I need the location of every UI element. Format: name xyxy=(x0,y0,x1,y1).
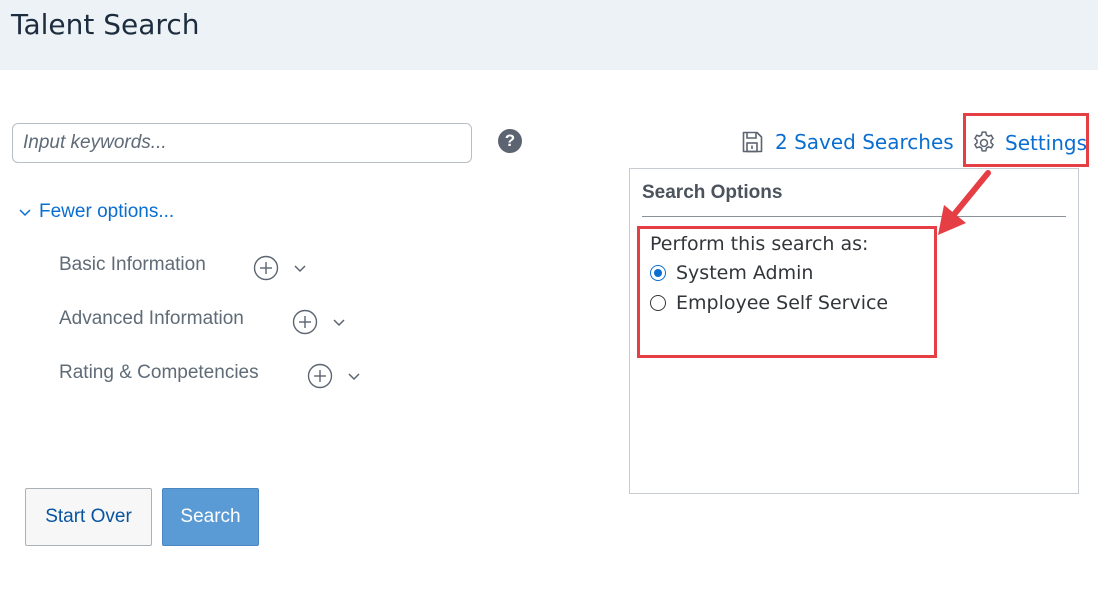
chevron-down-icon xyxy=(19,209,31,217)
help-icon[interactable]: ? xyxy=(498,129,522,153)
fewer-options-label: Fewer options... xyxy=(39,201,175,222)
page-header: Talent Search xyxy=(0,0,1098,70)
filter-rating-competencies: Rating & Competencies xyxy=(59,362,259,384)
settings-link[interactable]: Settings xyxy=(971,130,1087,156)
chevron-down-icon[interactable] xyxy=(292,260,308,276)
add-circle-icon[interactable] xyxy=(253,255,279,281)
chevron-down-icon[interactable] xyxy=(346,368,362,384)
saved-searches-link[interactable]: 2 Saved Searches xyxy=(740,130,954,154)
saved-searches-label: 2 Saved Searches xyxy=(775,130,954,154)
gear-icon xyxy=(974,131,994,152)
settings-label: Settings xyxy=(1005,131,1088,155)
page-title: Talent Search xyxy=(11,8,200,41)
search-button[interactable]: Search xyxy=(162,488,259,546)
add-circle-icon[interactable] xyxy=(307,363,333,389)
filter-basic-information: Basic Information xyxy=(59,254,206,276)
filter-label: Rating & Competencies xyxy=(59,362,259,383)
floppy-disk-icon xyxy=(742,131,763,153)
add-circle-icon[interactable] xyxy=(292,309,318,335)
keyword-search-input[interactable] xyxy=(12,123,472,163)
options-highlight-box xyxy=(637,226,937,358)
chevron-down-icon[interactable] xyxy=(331,314,347,330)
filter-label: Basic Information xyxy=(59,254,206,275)
panel-divider xyxy=(642,216,1066,217)
red-pointer-arrow xyxy=(938,170,991,235)
filter-advanced-information: Advanced Information xyxy=(59,308,244,330)
filter-label: Advanced Information xyxy=(59,308,244,329)
start-over-button[interactable]: Start Over xyxy=(25,488,152,546)
fewer-options-toggle[interactable]: Fewer options... xyxy=(17,201,174,223)
search-options-title: Search Options xyxy=(642,182,783,203)
